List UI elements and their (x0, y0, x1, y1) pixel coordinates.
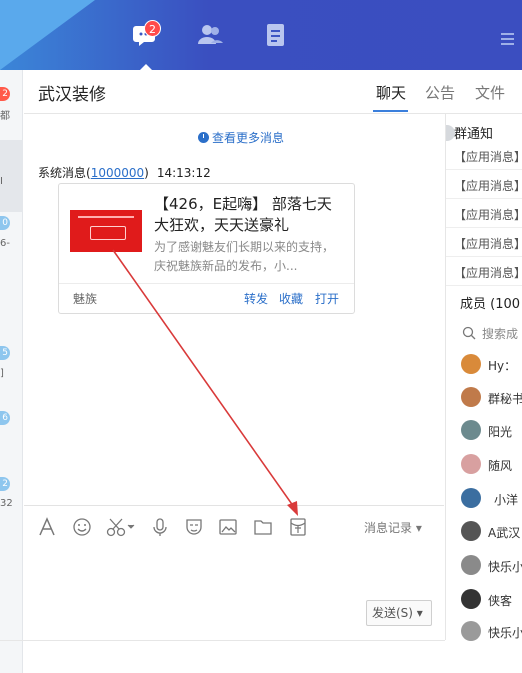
member-name: 群秘书 (488, 392, 522, 406)
member-name: 小洋 (494, 493, 519, 507)
notice-divider (446, 169, 522, 170)
header-divider (24, 113, 522, 114)
image-icon[interactable] (218, 517, 238, 537)
window-bottom-edge (0, 640, 445, 641)
avatar (461, 621, 481, 641)
member-name: 侠客 (488, 594, 513, 608)
notice-divider (446, 227, 522, 228)
avatar (461, 420, 481, 440)
avatar (461, 555, 481, 575)
contacts-icon[interactable] (196, 22, 224, 48)
conversation-snippet: 6- (0, 238, 10, 249)
open-button[interactable]: 打开 (315, 290, 339, 307)
article-source: 魅族 (73, 292, 98, 306)
notice-divider (446, 256, 522, 257)
sender-id-close-paren: ) (144, 166, 149, 180)
avatar (461, 488, 481, 508)
emoji-icon[interactable] (72, 517, 92, 537)
members-title: 成员 (100 (460, 297, 521, 312)
document-icon[interactable] (262, 22, 290, 48)
tab-files[interactable]: 文件 (475, 82, 505, 103)
active-tab-caret (139, 64, 153, 71)
article-thumbnail[interactable] (70, 210, 142, 252)
topbar-decoration (0, 0, 95, 70)
forward-button[interactable]: 转发 (244, 290, 268, 307)
selected-conversation[interactable] (0, 140, 23, 212)
mic-icon[interactable] (152, 517, 168, 537)
member-name: A武汉 (488, 526, 521, 540)
conversation-list[interactable]: 2 都 I 0 6- 5 ] 6 2 32 (0, 70, 23, 673)
unread-badge: 2 (0, 87, 10, 101)
unread-badge: 2 (0, 477, 10, 491)
search-icon (462, 326, 476, 340)
member-search[interactable]: 搜索成 (462, 325, 518, 342)
shared-article-card[interactable]: 【426，E起嗨】 部落七天大狂欢，天天送豪礼 为了感谢魅友们长期以来的支持，庆… (58, 183, 355, 314)
view-more-messages-label: 查看更多消息 (212, 131, 285, 145)
top-bar: 2 (0, 0, 522, 71)
conversation-snippet: I (0, 176, 3, 187)
font-icon[interactable] (38, 517, 56, 537)
folder-icon[interactable] (253, 517, 273, 537)
member-name: 阳光 (488, 425, 513, 439)
conversation-snippet: 都 (0, 111, 10, 122)
notice-item[interactable]: 【应用消息】 (454, 235, 522, 252)
member-search-placeholder: 搜索成 (482, 327, 519, 341)
avatar (461, 521, 481, 541)
menu-icon[interactable] (501, 33, 514, 45)
scissors-icon[interactable] (106, 517, 136, 537)
notice-divider (446, 285, 522, 286)
red-envelope-icon[interactable] (289, 517, 307, 537)
unread-badge: 0 (0, 216, 10, 230)
message-history-button[interactable]: 消息记录 ▾ (364, 519, 422, 536)
avatar (461, 589, 481, 609)
send-button[interactable]: 发送(S) ▾ (366, 600, 432, 626)
article-description: 为了感谢魅友们长期以来的支持，庆祝魅族新品的发布，小... (154, 240, 335, 273)
view-more-messages-link[interactable]: 查看更多消息 (198, 129, 284, 146)
unread-badge: 5 (0, 346, 10, 360)
member-name: Hy： (488, 359, 517, 373)
mask-icon[interactable] (184, 517, 204, 537)
member-name: 快乐小 (488, 560, 522, 574)
member-name: 快乐小 (488, 626, 522, 640)
member-name: 随风 (488, 459, 513, 473)
active-tab-indicator (373, 110, 408, 112)
clock-icon (198, 132, 209, 143)
right-panel-divider (445, 113, 446, 640)
chat-badge: 2 (144, 20, 161, 37)
message-header: 系统消息(1000000) 14:13:12 (38, 164, 211, 181)
conversation-snippet: 32 (0, 498, 13, 509)
card-divider (59, 283, 354, 284)
sender-id-link[interactable]: 1000000 (91, 166, 144, 180)
avatar (461, 454, 481, 474)
tab-announcement[interactable]: 公告 (425, 82, 455, 103)
favorite-button[interactable]: 收藏 (279, 290, 303, 307)
notice-item[interactable]: 【应用消息】 (454, 206, 522, 223)
notice-item[interactable]: 【应用消息】 (454, 264, 522, 281)
avatar (461, 354, 481, 374)
sender-name: 系统消息 (38, 166, 87, 180)
input-divider (24, 505, 444, 506)
unread-badge: 6 (0, 411, 10, 425)
article-title[interactable]: 【426，E起嗨】 部落七天大狂欢，天天送豪礼 (154, 194, 344, 236)
notice-divider (446, 198, 522, 199)
chat-title: 武汉装修 (38, 85, 106, 105)
notice-item[interactable]: 【应用消息】 (454, 148, 522, 165)
notice-item[interactable]: 【应用消息】 (454, 177, 522, 194)
message-time: 14:13:12 (156, 166, 211, 180)
avatar (461, 387, 481, 407)
tab-chat[interactable]: 聊天 (376, 82, 406, 103)
conversation-snippet: ] (0, 368, 4, 379)
group-notice-title: 群通知 (454, 127, 494, 142)
